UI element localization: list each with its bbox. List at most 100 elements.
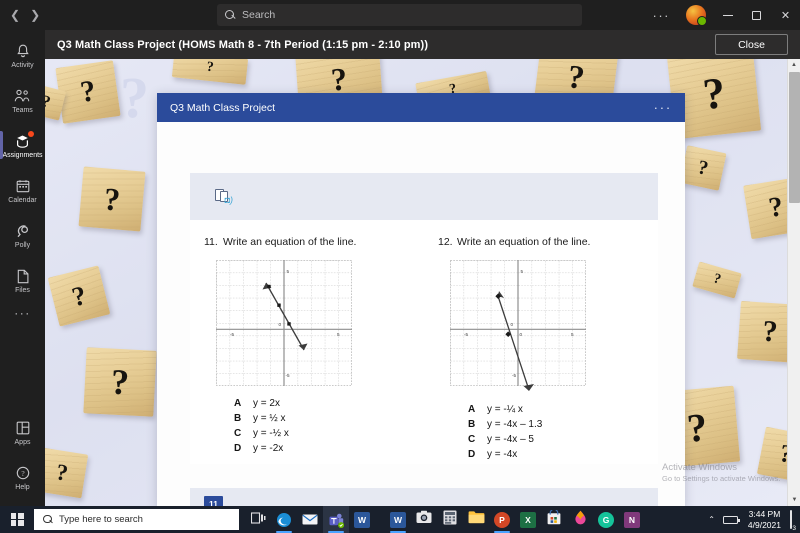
taskbar-search-input[interactable]: Type here to search	[34, 509, 239, 530]
sidebar-item-polly[interactable]: Polly	[0, 214, 45, 257]
start-button[interactable]	[0, 506, 34, 533]
sidebar-label-files: Files	[15, 286, 30, 294]
scroll-down-arrow-icon[interactable]: ▼	[788, 494, 800, 506]
svg-text:?: ?	[21, 469, 25, 478]
sidebar-item-activity[interactable]: Activity	[0, 34, 45, 77]
teams-icon	[328, 512, 344, 528]
taskbar-app-word-open[interactable]: W	[385, 506, 411, 533]
answer-text: y = ½ x	[253, 413, 286, 424]
sidebar-item-apps[interactable]: Apps	[0, 411, 45, 454]
grammarly-icon: G	[598, 511, 614, 528]
answer-option[interactable]: D y = -2x	[234, 441, 424, 456]
maximize-button[interactable]	[742, 0, 771, 30]
camera-icon	[416, 510, 432, 529]
x-tick-left: -5	[230, 332, 235, 337]
edge-icon	[276, 512, 292, 528]
paint3d-icon	[574, 510, 587, 530]
back-icon[interactable]: ❮	[10, 9, 20, 21]
answer-letter: A	[234, 398, 242, 409]
taskbar-app-edge[interactable]	[271, 506, 297, 533]
task-view-icon	[250, 511, 266, 529]
vertical-scrollbar[interactable]: ▲ ▼	[787, 59, 800, 506]
taskbar-app-microsoft-store[interactable]	[541, 506, 567, 533]
answer-text: y = -4x – 5	[487, 434, 534, 445]
taskbar-clock[interactable]: 3:44 PM 4/9/2021	[748, 509, 790, 531]
document-header: Q3 Math Class Project ···	[157, 93, 685, 122]
taskbar-app-grammarly[interactable]: G	[593, 506, 619, 533]
taskbar-app-paint3d[interactable]	[567, 506, 593, 533]
sidebar-item-assignments[interactable]: Assignments	[0, 124, 45, 167]
sidebar-label-calendar: Calendar	[8, 196, 37, 204]
question-11-graph: 5 -5 5 0 -5	[216, 260, 352, 386]
x-tick-left: -5	[464, 332, 469, 337]
answer-option[interactable]: C y = -½ x	[234, 426, 424, 441]
taskbar-app-excel[interactable]: X	[515, 506, 541, 533]
immersive-reader-icon[interactable]: ◘)	[215, 189, 233, 205]
scroll-up-arrow-icon[interactable]: ▲	[788, 59, 800, 71]
tile-glyph: ?	[78, 74, 98, 109]
taskbar-app-onenote[interactable]: N	[619, 506, 645, 533]
document-more-icon[interactable]: ···	[654, 100, 672, 115]
taskbar-app-camera[interactable]	[411, 506, 437, 533]
scrabble-tile: ?	[47, 265, 111, 327]
taskbar-app-calculator[interactable]	[437, 506, 463, 533]
taskbar-app-word-pinned[interactable]: W	[349, 506, 375, 533]
sidebar-item-calendar[interactable]: Calendar	[0, 169, 45, 212]
answer-option[interactable]: A y = 2x	[234, 396, 424, 411]
assignment-document-card: Q3 Math Class Project ··· ◘) 11. Write an…	[157, 93, 685, 533]
document-toolbar: ◘)	[190, 173, 658, 220]
word-icon: W	[354, 511, 370, 528]
answer-letter: D	[234, 443, 242, 454]
notification-count: 3	[792, 524, 796, 532]
titlebar-more-icon[interactable]: ···	[644, 8, 680, 23]
tile-glyph: ?	[54, 459, 70, 486]
question-12-number: 12.	[438, 236, 453, 248]
sidebar-item-help[interactable]: ? Help	[0, 456, 45, 499]
answer-option[interactable]: A y = -¼ x	[468, 402, 658, 417]
sidebar-item-teams[interactable]: Teams	[0, 79, 45, 122]
nav-arrows: ❮ ❯	[10, 9, 40, 21]
tile-glyph: ?	[45, 91, 53, 112]
question-11-title: 11. Write an equation of the line.	[190, 236, 424, 248]
question-12-coordinate-plane: 5 -5 5 0 0 -5	[450, 260, 586, 391]
sidebar-more-icon[interactable]: ···	[0, 306, 45, 320]
notification-center-button[interactable]: 3	[790, 509, 800, 532]
battery-icon[interactable]	[722, 515, 740, 524]
assignment-title: Q3 Math Class Project (HOMS Math 8 - 7th…	[57, 38, 429, 51]
taskbar-app-file-explorer[interactable]	[463, 506, 489, 533]
minimize-button[interactable]	[713, 0, 742, 30]
question-11-coordinate-plane: 5 -5 5 0 -5	[216, 260, 352, 386]
taskbar-app-mail[interactable]	[297, 506, 323, 533]
tile-glyph: ?	[102, 179, 122, 218]
windows-logo-icon	[10, 513, 24, 526]
scrollbar-thumb[interactable]	[789, 72, 800, 203]
answer-letter: C	[234, 428, 242, 439]
answer-option[interactable]: C y = -4x – 5	[468, 432, 658, 447]
avatar[interactable]	[686, 5, 707, 26]
onenote-icon: N	[624, 511, 640, 528]
question-sheet: 11. Write an equation of the line. 5 -5 …	[190, 220, 658, 464]
sidebar-item-files[interactable]: Files	[0, 259, 45, 302]
answer-text: y = -½ x	[253, 428, 289, 439]
task-view-button[interactable]	[245, 506, 271, 533]
answer-option[interactable]: B y = -4x – 1.3	[468, 417, 658, 432]
answer-option[interactable]: D y = -4x	[468, 447, 658, 462]
tile-glyph: ?	[695, 155, 711, 180]
help-icon: ?	[16, 465, 30, 482]
scrabble-tile: ?	[78, 166, 146, 232]
origin-label: 0	[520, 332, 523, 337]
search-input[interactable]: Search	[217, 4, 582, 26]
tile-glyph: ?	[565, 59, 587, 97]
forward-icon[interactable]: ❯	[30, 9, 40, 21]
show-hidden-icons-button[interactable]: ⌃	[700, 515, 723, 524]
close-assignment-button[interactable]: Close	[715, 34, 788, 55]
sidebar-label-teams: Teams	[12, 106, 33, 114]
assignment-header-bar: Q3 Math Class Project (HOMS Math 8 - 7th…	[45, 30, 800, 59]
close-window-button[interactable]: ✕	[771, 0, 800, 30]
document-title: Q3 Math Class Project	[170, 101, 276, 114]
answer-letter: A	[468, 404, 476, 415]
answer-option[interactable]: B y = ½ x	[234, 411, 424, 426]
taskbar-app-powerpoint[interactable]: P	[489, 506, 515, 533]
question-11-answers: A y = 2x B y = ½ x C y = -½ x D y = -2x	[234, 396, 424, 456]
taskbar-app-teams[interactable]	[323, 506, 349, 533]
